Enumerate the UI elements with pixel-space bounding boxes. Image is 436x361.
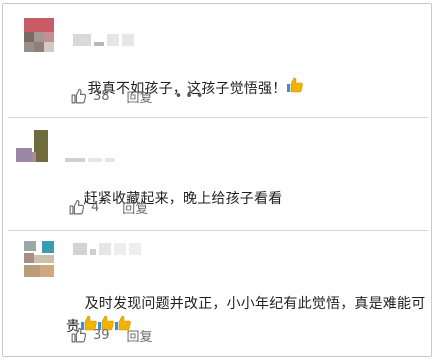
- avatar[interactable]: [24, 241, 54, 277]
- comment-actions: 39 回复: [70, 326, 153, 345]
- like-count: 39: [93, 328, 110, 343]
- username[interactable]: [73, 243, 141, 255]
- avatar[interactable]: [24, 18, 54, 54]
- more-options-icon[interactable]: •••: [175, 89, 207, 104]
- thumbs-up-outline-icon: [71, 327, 87, 343]
- comment-actions: 38 回复 •••: [70, 87, 207, 106]
- username[interactable]: [65, 158, 115, 162]
- thumbs-up-outline-icon: [71, 88, 87, 104]
- like-button[interactable]: 38: [70, 88, 110, 105]
- like-button[interactable]: 4: [68, 199, 99, 216]
- like-count: 38: [93, 89, 110, 104]
- comment-item-3: 及时发现问题并改正，小小年纪有此觉悟，真是难能可贵 39 回复: [0, 231, 436, 357]
- comment-item-2: 赶紧收藏起来，晚上给孩子看看 4 回复: [0, 118, 436, 230]
- comment-text: 及时发现问题并改正，小小年纪有此觉悟，真是难能可贵: [66, 271, 426, 360]
- like-button[interactable]: 39: [70, 327, 110, 344]
- reply-button[interactable]: 回复: [127, 326, 153, 345]
- reply-button[interactable]: 回复: [127, 87, 153, 106]
- comment-actions: 4 回复: [68, 198, 148, 217]
- username[interactable]: [73, 34, 134, 46]
- like-count: 4: [91, 200, 100, 215]
- reply-button[interactable]: 回复: [122, 198, 148, 217]
- thumbs-up-outline-icon: [69, 199, 85, 215]
- comment-item-1: 我真不如孩子，这孩子觉悟强！ 38 回复 •••: [0, 0, 436, 120]
- thumbs-up-icon: [286, 77, 304, 100]
- avatar[interactable]: [16, 130, 50, 164]
